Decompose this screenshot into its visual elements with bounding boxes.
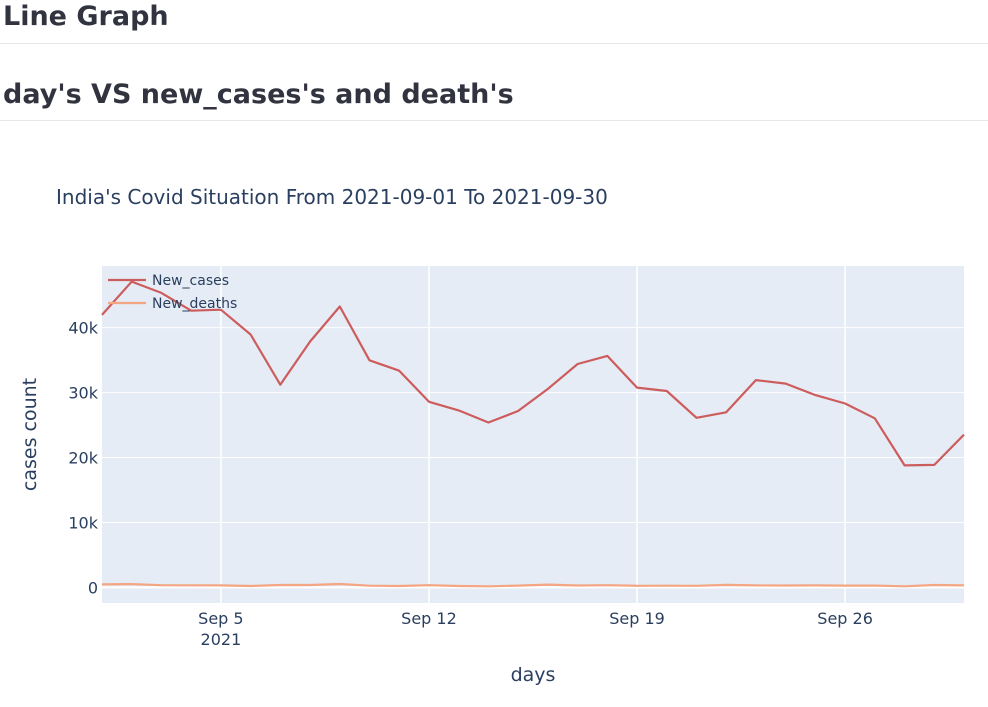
x-tick-label: Sep 5 (198, 609, 243, 628)
page-title: Line Graph (0, 0, 988, 44)
page-subtitle: day's VS new_cases's and death's (0, 44, 988, 121)
x-tick-label: Sep 26 (817, 609, 873, 628)
plot-area[interactable] (102, 266, 964, 603)
x-tick-sublabel: 2021 (201, 630, 242, 649)
y-tick-label: 20k (68, 449, 98, 468)
y-tick-label: 10k (68, 513, 98, 532)
x-tick-label: Sep 19 (609, 609, 665, 628)
legend-label[interactable]: New_deaths (152, 296, 237, 312)
chart-title: India's Covid Situation From 2021-09-01 … (56, 185, 608, 209)
x-tick-label: Sep 12 (401, 609, 457, 628)
legend-label[interactable]: New_cases (152, 273, 229, 289)
y-axis-title: cases count (19, 378, 41, 491)
y-tick-label: 40k (68, 319, 98, 338)
x-axis: Sep 5 2021 Sep 12 Sep 19 Sep 26 (198, 609, 873, 649)
y-tick-label: 0 (88, 578, 98, 597)
y-axis: 0 10k 20k 30k 40k (68, 319, 98, 598)
page-header: Line Graph day's VS new_cases's and deat… (0, 0, 988, 121)
line-chart: India's Covid Situation From 2021-09-01 … (19, 185, 965, 686)
chart-container: India's Covid Situation From 2021-09-01 … (0, 150, 988, 703)
y-tick-label: 30k (68, 384, 98, 403)
x-axis-title: days (511, 664, 556, 686)
